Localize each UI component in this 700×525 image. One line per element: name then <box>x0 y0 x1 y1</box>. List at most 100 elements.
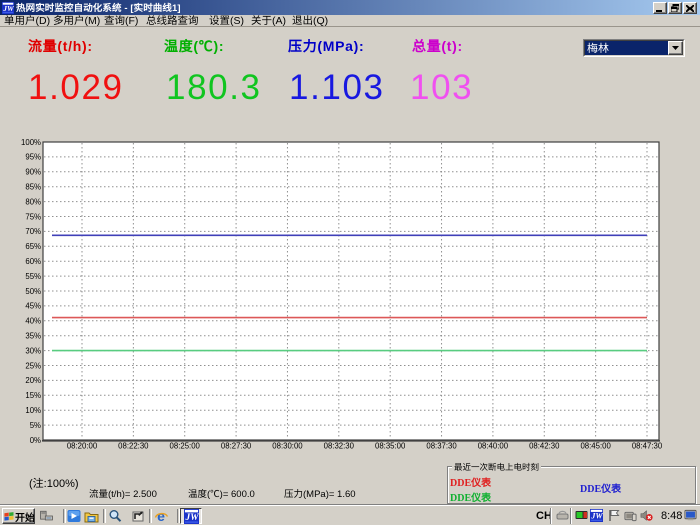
magnifier-icon[interactable] <box>107 509 122 523</box>
x-tick-label: 08:22:30 <box>118 442 149 451</box>
y-tick-label: 95% <box>25 153 41 162</box>
menu-item-1[interactable]: 单用户(D) <box>4 15 50 27</box>
media-player-icon <box>67 509 81 523</box>
y-tick-label: 80% <box>25 197 41 206</box>
y-tick-label: 5% <box>30 421 41 430</box>
y-tick-label: 55% <box>25 272 41 281</box>
x-tick-label: 08:32:30 <box>324 442 355 451</box>
network-card-icon[interactable] <box>575 509 588 522</box>
close-button[interactable] <box>683 2 697 14</box>
x-tick-label: 08:40:00 <box>478 442 509 451</box>
dde-meter-label-3: DDE仪表 <box>580 484 621 495</box>
y-tick-label: 85% <box>25 183 41 192</box>
station-selector[interactable]: 梅林 <box>583 39 685 57</box>
y-tick-label: 15% <box>25 391 41 400</box>
modem-icon[interactable] <box>556 509 569 522</box>
app-logo-icon[interactable]: JW <box>590 509 603 522</box>
y-tick-label: 20% <box>25 376 41 385</box>
monitor-icon[interactable] <box>684 509 697 522</box>
printer-icon[interactable] <box>39 509 54 523</box>
y-tick-label: 65% <box>25 242 41 251</box>
toolbar-separator <box>63 509 66 523</box>
minimize-icon <box>656 5 664 12</box>
toolbar-separator <box>103 509 106 523</box>
desktop-screen: { "window": { "title": "热网实时监控自动化系统 - [实… <box>0 0 700 525</box>
readout-label-3: 压力(MPa): <box>288 39 364 53</box>
y-tick-label: 45% <box>25 302 41 311</box>
readout-label-2: 温度(℃): <box>164 39 224 53</box>
dde-meter-label-1: DDE仪表 <box>450 478 491 489</box>
menu-bar: 单用户(D)多用户(M) 查询(F) 总线路查询设置(S) 关于(A) 退出(Q) <box>0 15 700 27</box>
full-scale-reference-1: 流量(t/h)= 2.500 <box>89 486 157 500</box>
menu-item-7[interactable]: 退出(Q) <box>292 15 328 27</box>
power-event-panel: 最近一次断电上电时刻 DDE仪表DDE仪表DDE仪表 <box>447 466 696 504</box>
y-tick-label: 100% <box>21 138 41 147</box>
app-logo-icon: JW <box>590 509 603 522</box>
media-player-icon[interactable] <box>66 509 81 523</box>
menu-item-5[interactable]: 设置(S) <box>209 15 244 27</box>
restore-button[interactable] <box>668 2 682 14</box>
y-tick-label: 75% <box>25 212 41 221</box>
y-tick-label: 90% <box>25 168 41 177</box>
internet-explorer-icon[interactable]: e <box>154 509 169 523</box>
minimize-button[interactable] <box>653 2 667 14</box>
y-axis-labels: 0%5%10%15%20%25%30%35%40%45%50%55%60%65%… <box>21 138 41 445</box>
readout-label-4: 总量(t): <box>412 39 463 53</box>
app-taskbar-button[interactable]: JW <box>180 508 202 524</box>
window-controls <box>653 2 697 14</box>
x-tick-label: 08:47:30 <box>632 442 663 451</box>
full-scale-reference-2: 温度(℃)= 600.0 <box>188 486 255 500</box>
power-event-panel-title: 最近一次断电上电时刻 <box>452 462 541 472</box>
menu-item-4[interactable]: 总线路查询 <box>146 15 199 27</box>
y-tick-label: 10% <box>25 406 41 415</box>
x-tick-label: 08:30:00 <box>272 442 303 451</box>
muted-speaker-icon <box>640 509 653 522</box>
monitor-icon <box>684 509 697 522</box>
show-desktop-icon <box>131 509 145 523</box>
flag-icon[interactable] <box>607 509 620 522</box>
show-desktop-icon[interactable] <box>130 509 145 523</box>
y-tick-label: 60% <box>25 257 41 266</box>
readout-value-3: 1.103 <box>289 70 385 105</box>
trend-chart: 0%5%10%15%20%25%30%35%40%45%50%55%60%65%… <box>0 128 700 458</box>
y-tick-label: 40% <box>25 317 41 326</box>
clock[interactable]: 8:48 <box>661 510 682 522</box>
readout-value-2: 180.3 <box>166 70 262 105</box>
menu-item-2[interactable]: 多用户(M) <box>53 15 100 27</box>
folder-icon <box>84 510 99 523</box>
y-tick-label: 35% <box>25 332 41 341</box>
station-selector-value: 梅林 <box>585 41 668 55</box>
windows-flag-icon <box>4 511 14 521</box>
taskbar-separator <box>570 508 572 524</box>
y-tick-label: 25% <box>25 361 41 370</box>
taskbar-separator <box>550 508 552 524</box>
readout-label-1: 流量(t/h): <box>28 39 93 53</box>
application-window: JW 热网实时监控自动化系统 - [实时曲线1] 单用户(D)多用户(M)查询(… <box>0 0 700 505</box>
x-axis-labels: 08:20:0008:22:3008:25:0008:27:3008:30:00… <box>67 442 663 451</box>
plot-area <box>43 142 659 440</box>
chevron-down-icon[interactable] <box>668 41 683 55</box>
menu-item-6[interactable]: 关于(A) <box>251 15 286 27</box>
windows-flag-icon <box>4 511 14 521</box>
scanner-icon <box>624 510 637 522</box>
start-button-label: 开始 <box>15 511 35 522</box>
readout-value-4: 103 <box>410 70 473 105</box>
magnifier-icon <box>108 509 122 523</box>
svg-text:JW: JW <box>184 513 198 523</box>
svg-text:JW: JW <box>2 3 14 12</box>
menu-item-3[interactable]: 查询(F) <box>104 15 138 27</box>
network-card-icon <box>575 510 588 521</box>
scanner-icon[interactable] <box>624 509 637 522</box>
app-logo-icon: JW <box>2 2 14 14</box>
start-button[interactable]: 开始 <box>2 508 35 524</box>
x-tick-label: 08:37:30 <box>426 442 457 451</box>
printer-icon <box>39 509 54 523</box>
muted-speaker-icon[interactable] <box>640 509 653 522</box>
x-tick-label: 08:25:00 <box>170 442 201 451</box>
station-selector-field: 梅林 <box>584 40 684 56</box>
readout-value-1: 1.029 <box>28 70 124 105</box>
svg-text:JW: JW <box>590 512 603 521</box>
folder-icon[interactable] <box>84 509 99 523</box>
full-scale-reference-3: 压力(MPa)= 1.60 <box>284 486 356 500</box>
y-tick-label: 0% <box>30 436 41 445</box>
